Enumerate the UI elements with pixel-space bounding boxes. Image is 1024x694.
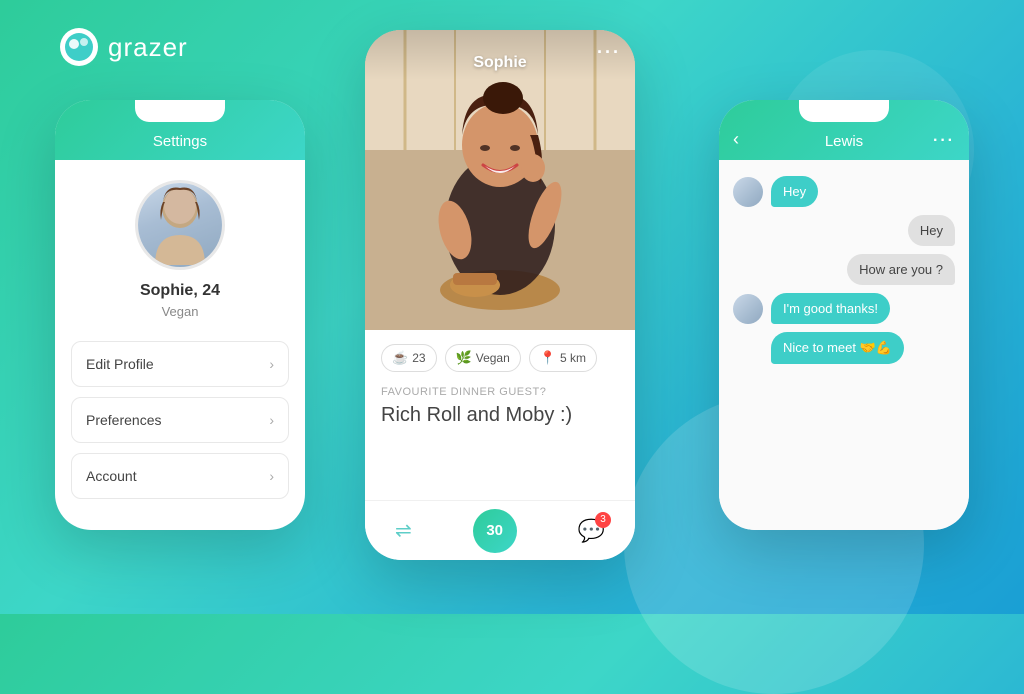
chevron-icon-3: › [269,468,274,484]
fav-label: FAVOURITE DINNER GUEST? [381,386,619,398]
chat-menu-dots[interactable]: ··· [933,132,955,150]
user-tag: Vegan [162,304,199,319]
message-bubble: Nice to meet 🤝💪 [771,332,904,364]
chat-avatar [733,177,763,207]
message-bubble: Hey [908,215,955,246]
age-value: 23 [412,351,425,365]
edit-profile-button[interactable]: Edit Profile › [71,341,289,387]
coffee-icon: ☕ [392,350,408,366]
chat-phone: ‹ Lewis ··· Hey Hey How are you ? I'm go… [719,100,969,530]
phone-notch-right [799,100,889,122]
message-row: Hey [733,176,955,207]
profile-image-section: Sophie ··· [365,30,635,330]
distance-value: 5 km [560,351,586,365]
profile-badges: ☕ 23 🌿 Vegan 📍 5 km [381,344,619,372]
profile-menu-dots[interactable]: ··· [597,42,621,63]
message-bubble: How are you ? [847,254,955,285]
logo-area: grazer [60,28,188,66]
message-row: How are you ? [733,254,955,285]
age-badge: ☕ 23 [381,344,437,372]
chat-avatar [733,294,763,324]
preferences-button[interactable]: Preferences › [71,397,289,443]
match-count[interactable]: 30 [473,509,517,553]
profile-top-bar: Sophie [365,30,635,80]
message-bubble: I'm good thanks! [771,293,890,324]
account-label: Account [86,468,137,484]
distance-badge: 📍 5 km [529,344,597,372]
chat-title: Lewis [825,133,863,150]
message-row: Nice to meet 🤝💪 [733,332,955,364]
user-name: Sophie, 24 [140,282,220,300]
chevron-icon-2: › [269,412,274,428]
avatar-image [138,183,222,267]
avatar [135,180,225,270]
account-button[interactable]: Account › [71,453,289,499]
chat-icon-button[interactable]: 💬 3 [578,518,605,544]
vegan-icon: 🌿 [456,350,472,366]
diet-value: Vegan [476,351,510,365]
message-bubble: Hey [771,176,818,207]
back-button[interactable]: ‹ [733,129,739,150]
message-row: Hey [733,215,955,246]
settings-phone: Settings Sophie, 24 Vegan Edit Profile › [55,100,305,530]
fav-value: Rich Roll and Moby :) [381,404,619,427]
chevron-icon: › [269,356,274,372]
chat-body: Hey Hey How are you ? I'm good thanks! N… [719,160,969,530]
profile-bottom-bar: ⇌ 30 💬 3 [365,500,635,560]
filter-icon[interactable]: ⇌ [395,518,412,543]
edit-profile-label: Edit Profile [86,356,154,372]
settings-body: Sophie, 24 Vegan Edit Profile › Preferen… [55,160,305,529]
settings-title: Settings [153,133,207,150]
chat-badge-count: 3 [595,512,611,528]
profile-name: Sophie [473,54,526,72]
app-name: grazer [108,32,188,63]
diet-badge: 🌿 Vegan [445,344,521,372]
profile-phone: Sophie ··· [365,30,635,560]
preferences-label: Preferences [86,412,161,428]
logo-icon [60,28,98,66]
phone-notch-left [135,100,225,122]
location-icon: 📍 [540,350,556,366]
profile-info: ☕ 23 🌿 Vegan 📍 5 km FAVOURITE DINNER GUE… [365,330,635,441]
message-row: I'm good thanks! [733,293,955,324]
